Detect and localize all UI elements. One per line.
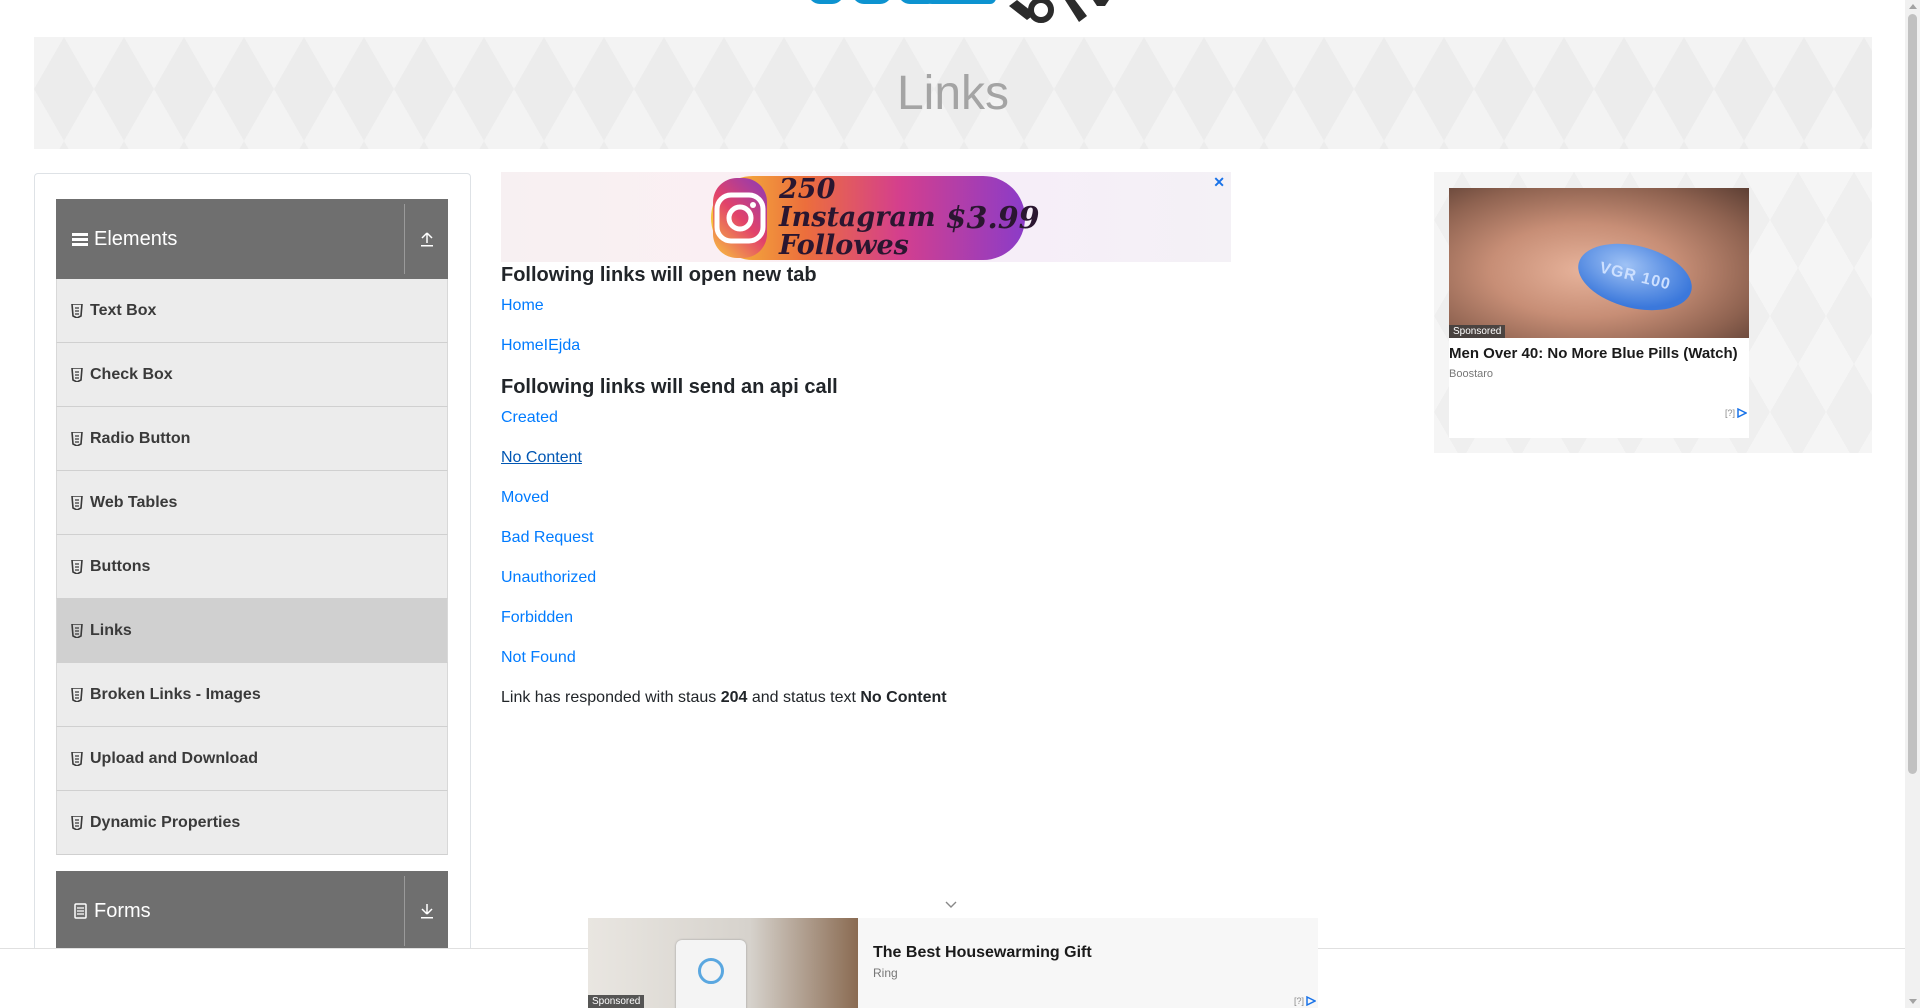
adchoices-label: [?] xyxy=(1724,408,1735,418)
group-label: Elements xyxy=(94,227,178,250)
top-banner-ad[interactable]: 250 Instagram Followes $3.99 ✕ xyxy=(501,172,1231,262)
page-scrollbar[interactable] xyxy=(1905,0,1920,1008)
logo-shape xyxy=(852,0,892,4)
response-status-code: 204 xyxy=(720,689,748,706)
page-banner: Links xyxy=(34,37,1872,149)
group-toggle[interactable] xyxy=(404,204,448,274)
sidebar-item-check-box[interactable]: Check Box xyxy=(56,343,448,407)
response-status-text: No Content xyxy=(860,689,947,706)
group-header-title: Forms xyxy=(56,900,404,923)
scroll-thumb[interactable] xyxy=(1908,14,1917,774)
response-middle: and status text xyxy=(751,689,856,706)
html5-icon xyxy=(71,495,83,510)
sidebar-item-label: Buttons xyxy=(90,557,151,575)
link-bad-request[interactable]: Bad Request xyxy=(501,529,594,547)
group-header-forms[interactable]: Forms xyxy=(56,871,448,951)
sponsored-label: Sponsored xyxy=(588,995,645,1008)
adchoices-icon xyxy=(1737,408,1747,418)
collapse-up-icon xyxy=(420,232,433,247)
ad-brand: Ring xyxy=(873,966,898,980)
html5-icon xyxy=(71,815,83,830)
new-tab-heading: Following links will open new tab xyxy=(501,264,817,286)
sidebar-item-label: Check Box xyxy=(90,365,173,383)
html5-icon xyxy=(71,687,83,702)
response-prefix: Link has responded with staus xyxy=(501,689,717,706)
sidebar-item-web-tables[interactable]: Web Tables xyxy=(56,471,448,535)
instagram-icon xyxy=(713,178,767,258)
expand-down-icon xyxy=(420,904,433,919)
scroll-up-icon[interactable] xyxy=(1909,4,1917,9)
link-no-content[interactable]: No Content xyxy=(501,449,582,467)
link-response: Link has responded with staus 204 and st… xyxy=(501,689,947,707)
sidebar-item-broken-links[interactable]: Broken Links - Images xyxy=(56,663,448,727)
sidebar-item-upload-download[interactable]: Upload and Download xyxy=(56,727,448,791)
tools-logo-icon xyxy=(1009,0,1109,23)
sidebar-item-label: Dynamic Properties xyxy=(90,813,241,831)
sidebar-item-label: Links xyxy=(90,621,132,639)
adchoices[interactable]: [?] xyxy=(1294,996,1316,1006)
elements-menu: Text Box Check Box Radio Button Web Tabl… xyxy=(56,279,448,855)
sidebar-item-label: Upload and Download xyxy=(90,749,258,767)
ad-text: 250 Instagram Followes xyxy=(779,174,936,261)
ad-close-icon[interactable]: ✕ xyxy=(1213,174,1225,191)
html5-icon xyxy=(71,367,83,382)
ad-image: Sponsored xyxy=(588,918,858,1008)
ad-headline: The Best Housewarming Gift xyxy=(873,944,1092,961)
link-home-dynamic[interactable]: HomeIEjda xyxy=(501,337,580,355)
sidebar-item-label: Web Tables xyxy=(90,493,178,511)
page-title: Links xyxy=(896,66,1010,120)
api-heading: Following links will send an api call xyxy=(501,376,838,398)
hamburger-icon xyxy=(72,233,88,246)
link-unauthorized[interactable]: Unauthorized xyxy=(501,569,596,587)
sidebar-item-label: Text Box xyxy=(90,301,157,319)
site-header xyxy=(0,0,1905,36)
html5-icon xyxy=(71,751,83,766)
sidebar-item-label: Radio Button xyxy=(90,429,191,447)
document-icon xyxy=(74,903,87,919)
link-forbidden[interactable]: Forbidden xyxy=(501,609,573,627)
html5-icon xyxy=(71,431,83,446)
ad-price: $3.99 xyxy=(945,200,1040,236)
link-not-found[interactable]: Not Found xyxy=(501,649,576,667)
adchoices[interactable]: [?] xyxy=(1725,408,1747,418)
html5-icon xyxy=(71,303,83,318)
sidebar-item-text-box[interactable]: Text Box xyxy=(56,279,448,343)
html5-icon xyxy=(71,623,83,638)
ad-pill-image: VGR 100 xyxy=(1571,232,1699,322)
ad-image: VGR 100 Sponsored xyxy=(1449,188,1749,338)
logo-shape xyxy=(926,0,996,4)
sidebar-item-label: Broken Links - Images xyxy=(90,685,261,703)
bottom-ad[interactable]: Sponsored The Best Housewarming Gift Rin… xyxy=(588,918,1318,1008)
ring-device-image xyxy=(676,940,746,1008)
chevron-down-icon[interactable] xyxy=(944,898,958,912)
ad-headline: Men Over 40: No More Blue Pills (Watch) xyxy=(1449,345,1738,362)
adchoices-label: [?] xyxy=(1293,996,1304,1006)
sponsored-label: Sponsored xyxy=(1449,325,1506,338)
sidebar-item-radio-button[interactable]: Radio Button xyxy=(56,407,448,471)
logo-shape xyxy=(808,0,844,4)
right-ad-container: VGR 100 Sponsored Men Over 40: No More B… xyxy=(1434,172,1872,453)
sidebar-item-links[interactable]: Links xyxy=(56,599,448,663)
scroll-down-icon[interactable] xyxy=(1909,999,1917,1004)
html5-icon xyxy=(71,559,83,574)
ad-pill: 250 Instagram Followes $3.99 xyxy=(711,174,1040,261)
sidebar-item-buttons[interactable]: Buttons xyxy=(56,535,448,599)
ad-brand: Boostaro xyxy=(1449,368,1494,380)
sidebar-item-dynamic-properties[interactable]: Dynamic Properties xyxy=(56,791,448,855)
group-toggle[interactable] xyxy=(404,876,448,946)
adchoices-icon xyxy=(1306,996,1316,1006)
group-label: Forms xyxy=(94,899,151,922)
left-panel: Elements Text Box Check Box Radio Button… xyxy=(34,173,471,1008)
link-created[interactable]: Created xyxy=(501,409,558,427)
group-header-title: Elements xyxy=(56,228,404,251)
right-ad[interactable]: VGR 100 Sponsored Men Over 40: No More B… xyxy=(1449,188,1749,438)
group-header-elements[interactable]: Elements xyxy=(56,199,448,279)
link-moved[interactable]: Moved xyxy=(501,489,549,507)
link-home[interactable]: Home xyxy=(501,297,544,315)
